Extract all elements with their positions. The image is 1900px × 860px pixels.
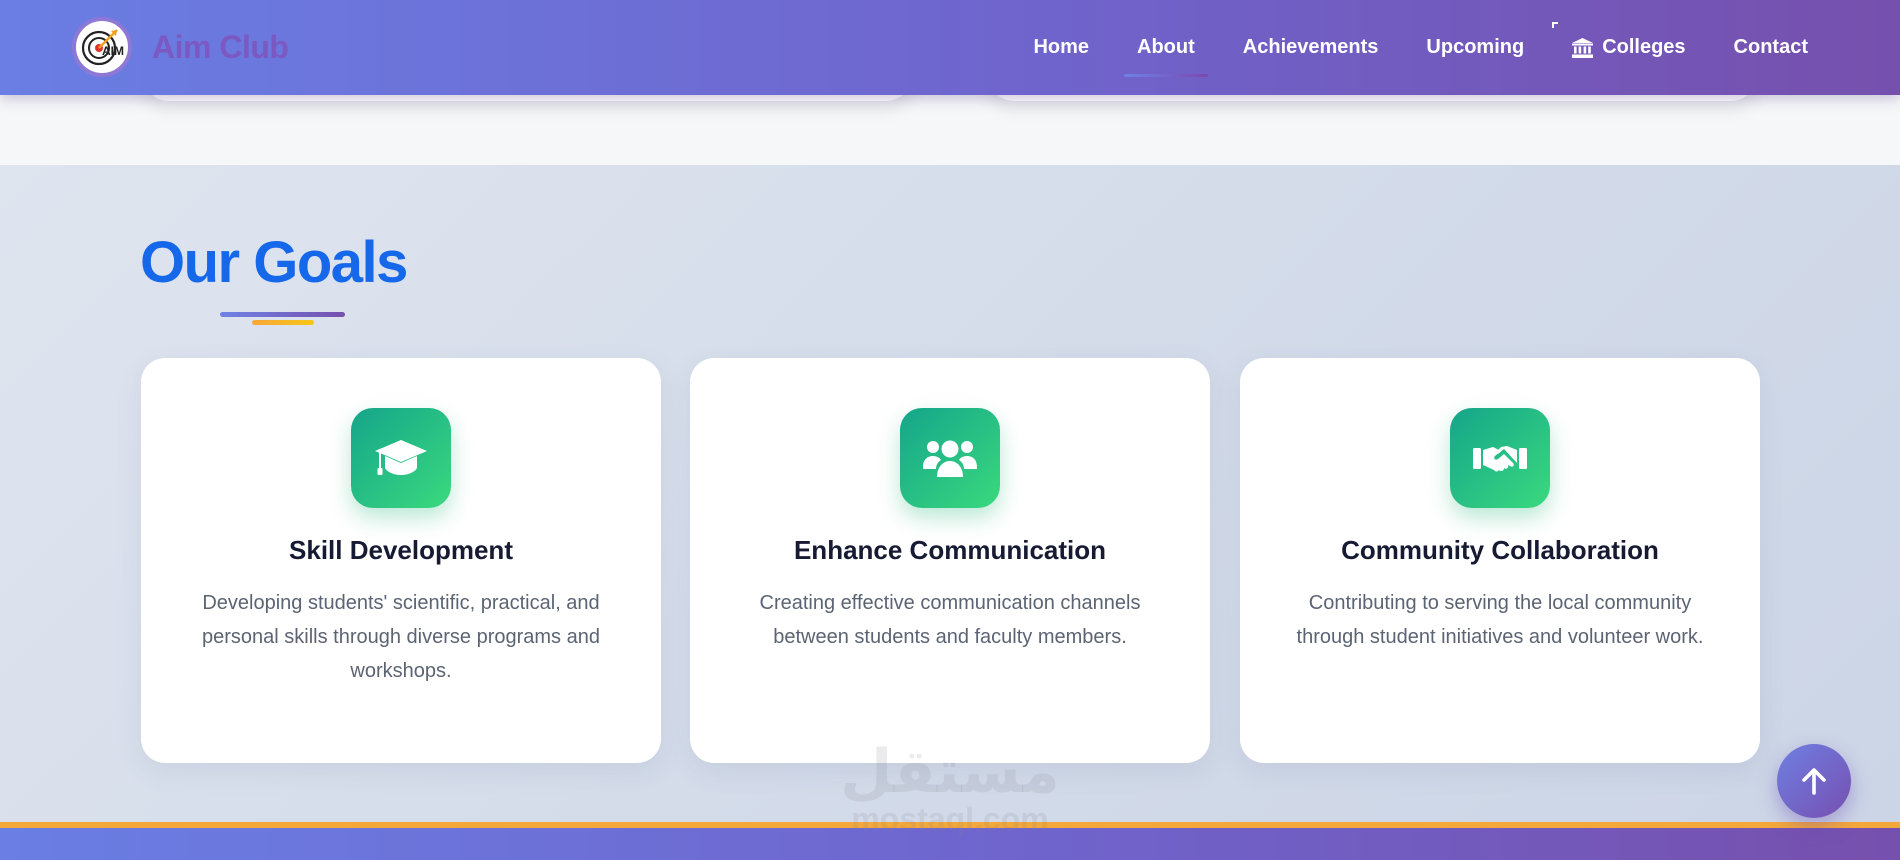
brand-name[interactable]: Aim Club xyxy=(152,29,289,66)
goal-card-description: Creating effective communication channel… xyxy=(759,592,1141,648)
scroll-to-top-button[interactable] xyxy=(1777,744,1851,818)
cursor-mark xyxy=(1552,22,1558,28)
nav-colleges[interactable]: Colleges xyxy=(1572,36,1686,59)
nav-upcoming[interactable]: Upcoming xyxy=(1426,36,1524,59)
logo-link[interactable]: AIM Aim Club xyxy=(72,17,289,77)
nav-colleges-label: Colleges xyxy=(1602,36,1686,58)
aim-club-logo: AIM xyxy=(72,17,132,77)
nav-achievements[interactable]: Achievements xyxy=(1243,36,1379,59)
target-logo-icon: AIM xyxy=(81,29,124,66)
goal-card-title: Community Collaboration xyxy=(1341,535,1659,565)
goal-card-title: Enhance Communication xyxy=(793,535,1107,565)
svg-text:AIM: AIM xyxy=(102,44,124,58)
building-columns-icon xyxy=(1572,37,1594,58)
arrow-up-icon xyxy=(1802,768,1826,795)
graduation-cap-icon xyxy=(375,440,427,475)
goal-card-enhance-communication: Enhance Communication Creating effective… xyxy=(690,358,1210,763)
goal-card-description: Developing students' scientific, practic… xyxy=(202,592,600,682)
goal-icon-box xyxy=(351,408,451,508)
handshake-icon xyxy=(1473,446,1527,472)
previous-section xyxy=(0,55,1900,165)
goal-icon-box xyxy=(900,408,1000,508)
users-icon xyxy=(923,440,977,477)
nav-home[interactable]: Home xyxy=(1033,36,1089,59)
nav-about[interactable]: About xyxy=(1124,36,1208,77)
nav-contact[interactable]: Contact xyxy=(1734,36,1808,59)
goal-card-skill-development: Skill Development Developing students' s… xyxy=(141,358,661,763)
title-underline-accent xyxy=(252,320,314,325)
goals-title: Our Goals xyxy=(140,230,408,295)
main-nav: Home About Achievements Upcoming College… xyxy=(1033,0,1808,95)
goal-icon-box xyxy=(1450,408,1550,508)
goals-section: Our Goals Skill Development Developing s… xyxy=(0,165,1900,822)
site-footer xyxy=(0,822,1900,860)
site-header: AIM Aim Club Home About Achievements Upc… xyxy=(0,0,1900,95)
goal-card-description: Contributing to serving the local commun… xyxy=(1296,592,1704,648)
goal-card-community-collaboration: Community Collaboration Contributing to … xyxy=(1240,358,1760,763)
goal-card-title: Skill Development xyxy=(289,535,513,565)
title-underline xyxy=(220,312,345,317)
